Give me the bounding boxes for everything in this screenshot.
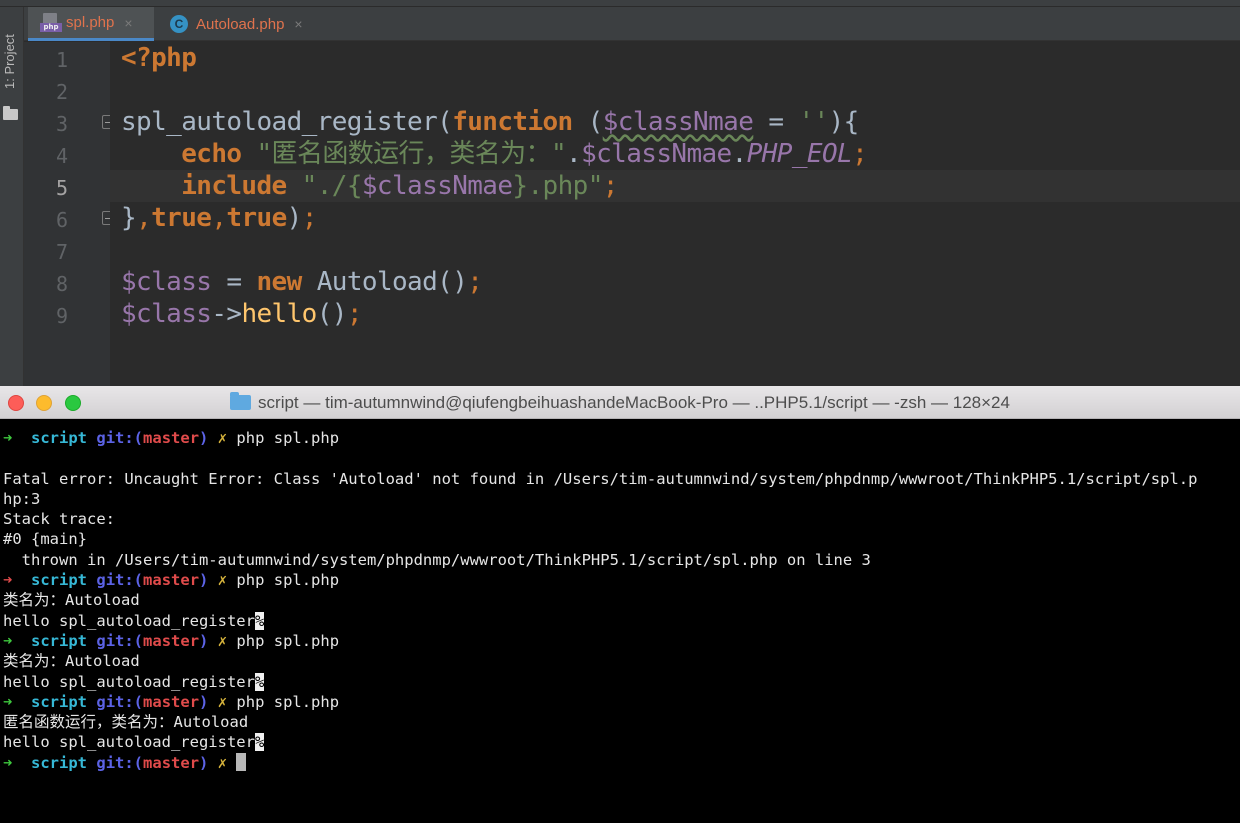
ide-window: 1: Project php spl.php × C Autoload.php … bbox=[0, 0, 1240, 386]
code-line-8: $class = new Autoload(); bbox=[121, 267, 483, 297]
prompt-line: ➜ script git:(master) ✗ php spl.php bbox=[3, 693, 340, 711]
output-line: thrown in /Users/tim-autumnwind/system/p… bbox=[3, 551, 871, 569]
tab-spl-php[interactable]: php spl.php × bbox=[28, 7, 154, 41]
line-number: 7 bbox=[55, 240, 68, 264]
prompt-line: ➜ script git:(master) ✗ php spl.php bbox=[3, 429, 340, 447]
class-icon: C bbox=[170, 15, 188, 33]
terminal-titlebar[interactable]: script — tim-autumnwind@qiufengbeihuasha… bbox=[0, 386, 1240, 419]
terminal-output[interactable]: ➜ script git:(master) ✗ php spl.php Fata… bbox=[0, 420, 1240, 823]
tab-label: spl.php bbox=[66, 14, 115, 31]
line-number: 9 bbox=[55, 304, 68, 328]
output-line: 类名为：Autoload bbox=[3, 652, 140, 670]
php-file-icon: php bbox=[40, 12, 62, 33]
output-line: 匿名函数运行，类名为：Autoload bbox=[3, 713, 249, 731]
output-line: Stack trace: bbox=[3, 510, 115, 528]
code-line-5: include "./{$classNmae}.php"; bbox=[181, 171, 618, 201]
output-line: hello spl_autoload_register% bbox=[3, 612, 265, 630]
code-line-4: echo "匿名函数运行，类名为：".$classNmae.PHP_EOL; bbox=[181, 139, 868, 169]
project-tool-button[interactable]: 1: Project bbox=[0, 19, 24, 120]
code-line-3: spl_autoload_register(function ($classNm… bbox=[121, 107, 859, 137]
line-number: 2 bbox=[55, 80, 68, 104]
active-prompt-line[interactable]: ➜ script git:(master) ✗ bbox=[3, 753, 247, 773]
code-line-6: },true,true); bbox=[121, 203, 317, 233]
line-number: 3 bbox=[55, 112, 68, 136]
prompt-line: ➜ script git:(master) ✗ php spl.php bbox=[3, 632, 340, 650]
prompt-line: ➜ script git:(master) ✗ php spl.php bbox=[3, 571, 340, 589]
tab-autoload-php[interactable]: C Autoload.php × bbox=[158, 7, 324, 41]
output-line: hello spl_autoload_register% bbox=[3, 673, 265, 691]
folder-icon bbox=[230, 392, 252, 410]
line-number: 6 bbox=[55, 208, 68, 232]
project-tool-label: 1: Project bbox=[2, 34, 17, 89]
ide-top-border bbox=[0, 0, 1240, 7]
output-line: Fatal error: Uncaught Error: Class 'Auto… bbox=[3, 470, 1198, 488]
output-line: hp:3 bbox=[3, 490, 41, 508]
code-line-9: $class->hello(); bbox=[121, 299, 362, 329]
terminal-window: script — tim-autumnwind@qiufengbeihuasha… bbox=[0, 386, 1240, 823]
code-line-1: <?php bbox=[121, 43, 197, 73]
output-line: 类名为：Autoload bbox=[3, 591, 140, 609]
line-number-gutter: 1 2 3 4 5 6 7 8 9 bbox=[24, 42, 114, 386]
line-number: 4 bbox=[55, 144, 68, 168]
terminal-title: script — tim-autumnwind@qiufengbeihuasha… bbox=[0, 386, 1240, 419]
editor-tab-bar: php spl.php × C Autoload.php × bbox=[24, 7, 1240, 41]
folder-icon bbox=[3, 106, 18, 120]
tab-label: Autoload.php bbox=[196, 15, 285, 33]
output-line: #0 {main} bbox=[3, 530, 87, 548]
close-icon[interactable]: × bbox=[294, 16, 302, 32]
tool-window-strip: 1: Project bbox=[0, 7, 24, 386]
line-number-current: 5 bbox=[55, 176, 68, 200]
terminal-title-text: script — tim-autumnwind@qiufengbeihuasha… bbox=[258, 392, 1010, 412]
output-line: hello spl_autoload_register% bbox=[3, 733, 265, 751]
line-number: 8 bbox=[55, 272, 68, 296]
text-cursor bbox=[236, 753, 247, 771]
line-number: 1 bbox=[55, 48, 68, 72]
close-icon[interactable]: × bbox=[124, 15, 132, 31]
